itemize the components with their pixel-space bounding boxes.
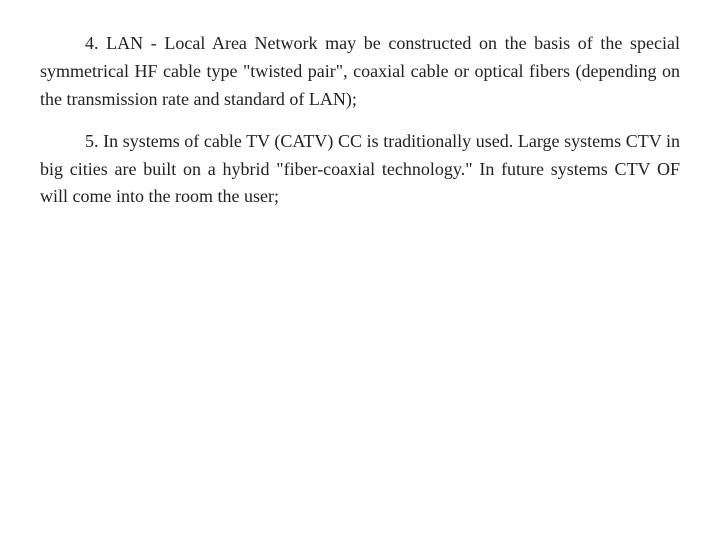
paragraph-1-text: 4. LAN - Local Area Network may be const… xyxy=(40,30,680,114)
content-area: 4. LAN - Local Area Network may be const… xyxy=(40,30,680,211)
page-container: 4. LAN - Local Area Network may be const… xyxy=(0,0,720,540)
paragraph-1: 4. LAN - Local Area Network may be const… xyxy=(40,30,680,114)
paragraph-2-text: 5. In systems of cable TV (CATV) CC is t… xyxy=(40,128,680,212)
paragraph-2: 5. In systems of cable TV (CATV) CC is t… xyxy=(40,128,680,212)
